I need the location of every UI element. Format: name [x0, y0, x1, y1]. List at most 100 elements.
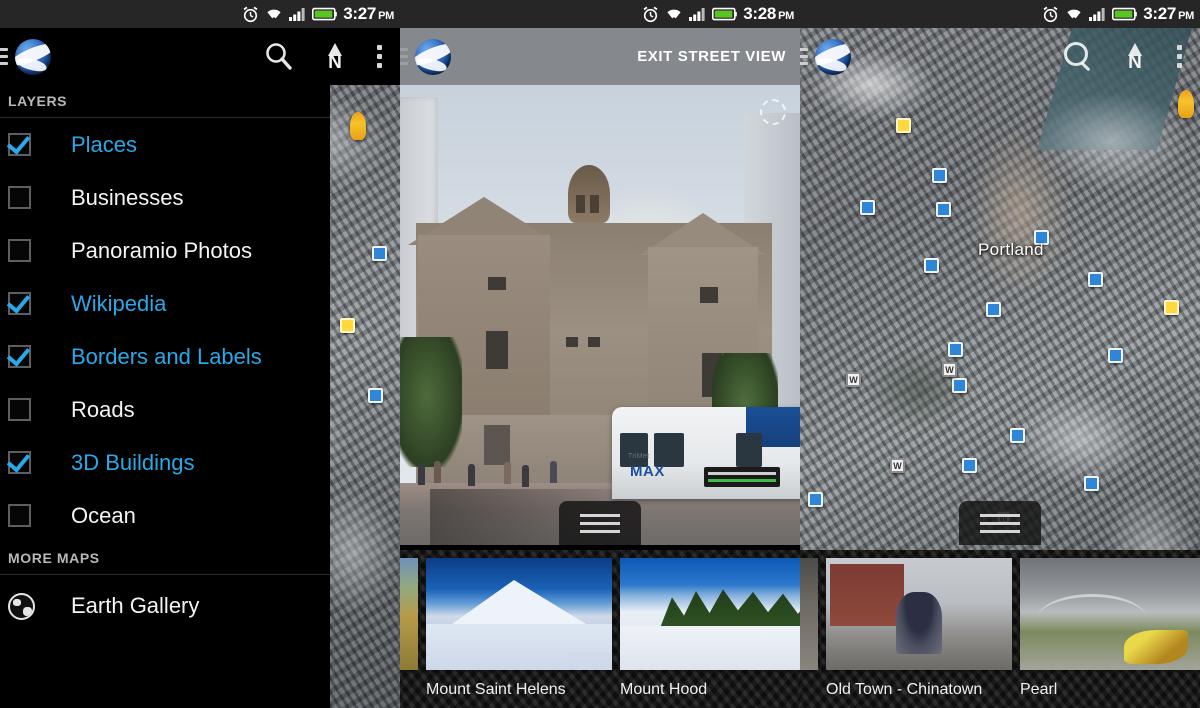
map-marker-photo[interactable]	[860, 200, 875, 215]
compass-label: N	[1120, 56, 1150, 70]
checkbox-wikipedia[interactable]	[8, 292, 31, 315]
checkbox-borders-and-labels[interactable]	[8, 345, 31, 368]
panel-earth-3d-view: Portland W W W W	[800, 0, 1200, 708]
compass-north-icon[interactable]: N	[1120, 43, 1150, 70]
overflow-menu-icon[interactable]	[366, 45, 392, 68]
checkbox-places[interactable]	[8, 133, 31, 156]
checkbox-panoramio-photos[interactable]	[8, 239, 31, 262]
globe-outline-icon	[8, 593, 35, 620]
thumbnail-caption: Mount Hood	[620, 681, 800, 699]
map-marker-photo[interactable]	[948, 342, 963, 357]
layer-row-panoramio-photos[interactable]: Panoramio Photos	[0, 224, 330, 277]
duration-badge: 00:3	[770, 652, 800, 670]
battery-icon	[312, 7, 337, 21]
thumbnail-image[interactable]: 00:3	[620, 558, 800, 670]
train-window	[620, 433, 648, 467]
checkbox-businesses[interactable]	[8, 186, 31, 209]
wifi-icon	[1065, 7, 1083, 22]
map-marker-photo[interactable]	[1010, 428, 1025, 443]
thumbnail-image[interactable]	[1020, 558, 1200, 670]
map-marker-photo[interactable]	[1108, 348, 1123, 363]
gallery-thumbnail-partial[interactable]	[800, 558, 818, 699]
status-bar-time: 3:27PM	[1143, 5, 1194, 23]
status-bar: 3:28PM	[400, 0, 800, 28]
status-bar: 3:27PM	[0, 0, 400, 28]
thumbnail-caption: Old Town - Chinatown	[826, 681, 1012, 699]
street-view-photo[interactable]: TriMet MAX	[400, 85, 800, 545]
thumbnail-image[interactable]: 00:38	[426, 558, 612, 670]
status-bar-time: 3:28PM	[743, 5, 794, 23]
signal-bars-icon	[289, 7, 306, 21]
window	[590, 195, 599, 213]
status-bar-time: 3:27PM	[343, 5, 394, 23]
map-marker-photo[interactable]	[372, 246, 387, 261]
pegman-icon[interactable]	[1178, 90, 1194, 118]
gallery-thumbnail-mount-saint-helens[interactable]: 00:38 Mount Saint Helens	[426, 558, 612, 699]
map-marker-photo[interactable]	[1088, 272, 1103, 287]
thumbnail-image[interactable]	[826, 558, 1012, 670]
hamburger-menu-icon[interactable]	[0, 48, 8, 65]
layer-row-businesses[interactable]: Businesses	[0, 171, 330, 224]
layer-label-borders-and-labels: Borders and Labels	[71, 344, 262, 370]
wifi-icon	[665, 7, 683, 22]
map-marker-photo[interactable]	[808, 492, 823, 507]
google-earth-globe-icon[interactable]	[815, 39, 851, 75]
map-marker-photo[interactable]	[932, 168, 947, 183]
map-marker-photo[interactable]	[924, 258, 939, 273]
drag-handle-icon[interactable]	[959, 501, 1041, 545]
rotate-compass-icon[interactable]	[760, 99, 786, 125]
overflow-menu-icon[interactable]	[1166, 45, 1192, 68]
map-marker-photo[interactable]	[962, 458, 977, 473]
window	[588, 337, 600, 347]
search-icon[interactable]	[262, 40, 296, 74]
map-marker-photo[interactable]	[952, 378, 967, 393]
google-earth-globe-icon[interactable]	[415, 39, 451, 75]
map-marker-wikipedia[interactable]: W	[942, 362, 957, 377]
window	[488, 277, 506, 290]
layer-row-wikipedia[interactable]: Wikipedia	[0, 277, 330, 330]
map-marker-wikipedia[interactable]: W	[846, 372, 861, 387]
map-marker-panoramio[interactable]	[896, 118, 911, 133]
gallery-thumbnail-pearl[interactable]: Pearl	[1020, 558, 1200, 699]
map-marker-photo[interactable]	[1084, 476, 1099, 491]
map-marker-photo[interactable]	[986, 302, 1001, 317]
google-earth-globe-icon[interactable]	[15, 39, 51, 75]
map-marker-photo[interactable]	[340, 318, 355, 333]
layer-label-wikipedia: Wikipedia	[71, 291, 166, 317]
hamburger-menu-icon[interactable]	[800, 48, 808, 65]
transit-operator-label: TriMet	[628, 453, 649, 460]
layer-row-ocean[interactable]: Ocean	[0, 489, 330, 542]
compass-north-icon[interactable]: N	[320, 43, 350, 70]
map-marker-panoramio[interactable]	[1164, 300, 1179, 315]
layer-label-roads: Roads	[71, 397, 135, 423]
map-marker-photo[interactable]	[368, 388, 383, 403]
gallery-thumbnail-old-town-chinatown[interactable]: Old Town - Chinatown	[826, 558, 1012, 699]
more-maps-row-earth-gallery[interactable]: Earth Gallery	[0, 575, 330, 637]
thumbnail-image[interactable]	[400, 558, 418, 670]
pegman-icon[interactable]	[350, 112, 366, 140]
duration-badge: 00:38	[568, 652, 612, 670]
thumbnail-image[interactable]	[800, 558, 818, 670]
map-marker-photo[interactable]	[936, 202, 951, 217]
gallery-thumbnail-partial[interactable]	[400, 558, 418, 699]
layer-label-panoramio-photos: Panoramio Photos	[71, 238, 252, 264]
thumbnail-caption: Mount Saint Helens	[426, 681, 612, 699]
checkbox-3d-buildings[interactable]	[8, 451, 31, 474]
three-panel-screenshot: LAYERS Places Businesses Panoramio Photo…	[0, 0, 1200, 708]
signal-bars-icon	[1089, 7, 1106, 21]
layer-row-roads[interactable]: Roads	[0, 383, 330, 436]
checkbox-ocean[interactable]	[8, 504, 31, 527]
exit-street-view-button[interactable]: EXIT STREET VIEW	[637, 48, 786, 65]
map-marker-wikipedia[interactable]: W	[890, 458, 905, 473]
tree	[400, 337, 462, 467]
hamburger-menu-icon[interactable]	[400, 48, 408, 65]
search-icon[interactable]	[1062, 40, 1096, 74]
layer-label-3d-buildings: 3D Buildings	[71, 450, 195, 476]
layer-row-3d-buildings[interactable]: 3D Buildings	[0, 436, 330, 489]
checkbox-roads[interactable]	[8, 398, 31, 421]
gallery-thumbnail-mount-hood[interactable]: 00:3 Mount Hood	[620, 558, 800, 699]
layer-label-ocean: Ocean	[71, 503, 136, 529]
layer-row-borders-and-labels[interactable]: Borders and Labels	[0, 330, 330, 383]
layer-row-places[interactable]: Places	[0, 118, 330, 171]
drag-handle-icon[interactable]	[559, 501, 641, 545]
